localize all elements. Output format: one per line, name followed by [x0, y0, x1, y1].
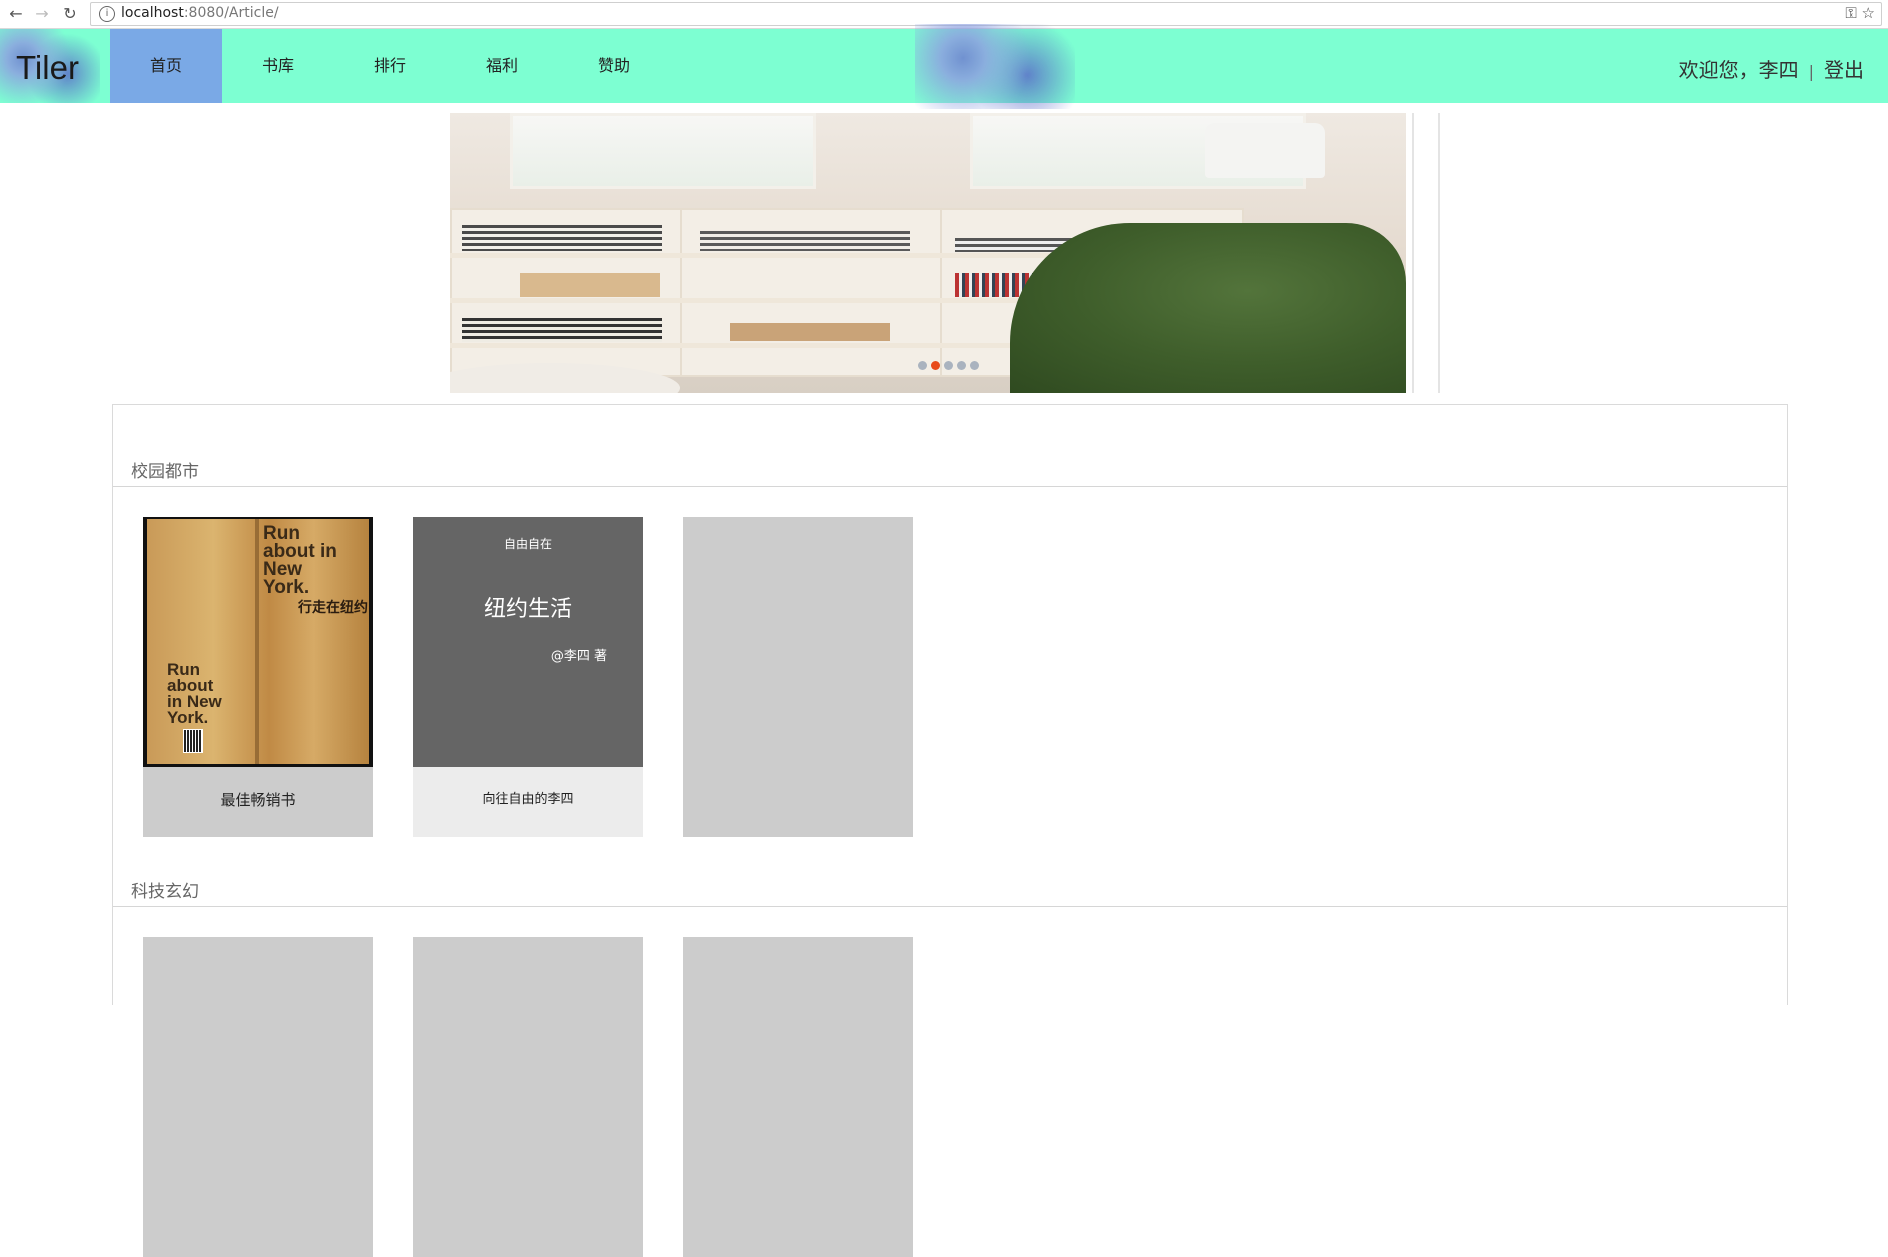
cover-spine — [255, 519, 259, 764]
carousel-dot[interactable] — [918, 361, 927, 370]
carousel-edge-line — [1438, 113, 1440, 393]
book-card-placeholder[interactable] — [143, 937, 373, 1257]
forward-icon[interactable]: → — [32, 4, 52, 24]
cover-author: @李四 著 — [550, 649, 607, 664]
fractal-decoration-center — [915, 24, 1075, 109]
carousel-dot[interactable] — [970, 361, 979, 370]
banner-window-left — [510, 113, 816, 189]
banner-boxes — [520, 273, 660, 297]
banner-lamp — [1205, 123, 1325, 178]
carousel-indicators — [918, 361, 979, 370]
info-icon[interactable]: i — [99, 6, 115, 22]
banner-books — [700, 231, 910, 251]
banner-image — [450, 113, 1406, 393]
nav-item-library[interactable]: 书库 — [222, 29, 334, 103]
key-icon[interactable]: ⚿ — [1845, 4, 1856, 22]
cover-subtitle: 自由自在 — [503, 537, 552, 551]
book-card-placeholder[interactable] — [683, 937, 913, 1257]
banner-carousel[interactable] — [450, 113, 1406, 393]
address-bar-icons: ⚿ ☆ — [1845, 4, 1875, 22]
book-cover: Run about in New York. 行走在纽约 Run about i… — [143, 517, 373, 767]
cover-title-cn: 行走在纽约 — [298, 600, 368, 616]
nav-item-benefits[interactable]: 福利 — [446, 29, 558, 103]
carousel-edge-line — [1412, 113, 1414, 393]
carousel-dot[interactable] — [944, 361, 953, 370]
banner-boxes — [730, 323, 890, 341]
section-title-scifi: 科技玄幻 — [131, 882, 199, 902]
user-area: 欢迎您，李四 | 登出 — [1679, 54, 1864, 83]
book-card[interactable]: Run about in New York. 行走在纽约 Run about i… — [143, 517, 373, 837]
url-host: localhost — [121, 5, 184, 21]
banner-books — [462, 225, 662, 251]
site-header: Tiler 首页 书库 排行 福利 赞助 欢迎您，李四 | 登出 — [0, 24, 1888, 109]
book-card-placeholder[interactable] — [683, 517, 913, 837]
nav-item-ranking[interactable]: 排行 — [334, 29, 446, 103]
book-cover: 自由自在 纽约生活 @李四 著 — [413, 517, 643, 767]
url-text: localhost:8080/Article/ — [121, 5, 279, 21]
cover-title-bottom: Run about in New York. — [167, 660, 222, 728]
book-caption[interactable]: 向往自由的李四 — [413, 767, 643, 837]
carousel-dot[interactable] — [957, 361, 966, 370]
cover-title: 纽约生活 — [483, 597, 572, 622]
url-path: :8080/Article/ — [183, 5, 279, 21]
cover-title-top: Run about in New York. — [263, 523, 337, 599]
site-logo[interactable]: Tiler — [16, 49, 79, 87]
reload-icon[interactable]: ↻ — [60, 4, 80, 24]
book-card[interactable]: 自由自在 纽约生活 @李四 著 向往自由的李四 — [413, 517, 643, 837]
nav-item-sponsor[interactable]: 赞助 — [558, 29, 670, 103]
welcome-text: 欢迎您，李四 — [1678, 58, 1799, 82]
section-divider — [113, 906, 1787, 907]
banner-books — [462, 318, 662, 342]
content-panel: 校园都市 Run about in New York. 行走在纽约 Run ab… — [112, 404, 1788, 1257]
banner-chair — [1010, 223, 1406, 393]
barcode-icon — [183, 729, 203, 753]
star-icon[interactable]: ☆ — [1862, 4, 1875, 22]
back-icon[interactable]: ← — [6, 4, 26, 24]
book-caption[interactable]: 最佳畅销书 — [143, 767, 373, 837]
section-title-campus: 校园都市 — [131, 462, 199, 482]
logout-link[interactable]: 登出 — [1824, 58, 1864, 82]
nav-item-home[interactable]: 首页 — [110, 29, 222, 103]
user-separator: | — [1808, 62, 1814, 81]
address-bar[interactable]: i localhost:8080/Article/ ⚿ ☆ — [90, 2, 1882, 26]
carousel-dot-active[interactable] — [931, 361, 940, 370]
book-card-placeholder[interactable] — [413, 937, 643, 1257]
main-nav: 首页 书库 排行 福利 赞助 — [110, 29, 670, 103]
section-divider — [113, 486, 1787, 487]
